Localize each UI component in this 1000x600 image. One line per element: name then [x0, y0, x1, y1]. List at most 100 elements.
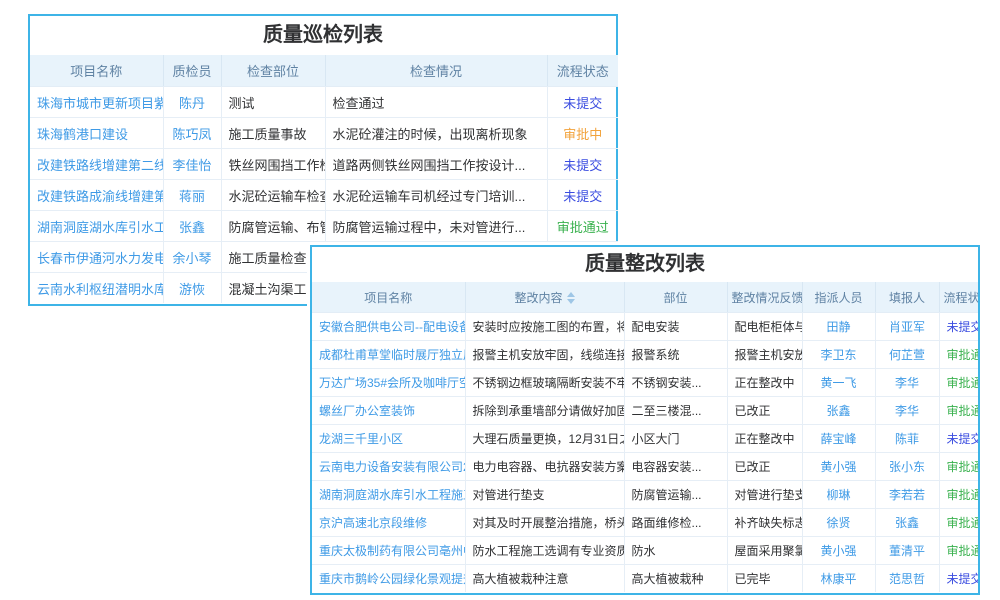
project-name-link[interactable]: 珠海鹤港口建设 — [30, 118, 163, 149]
status-badge: 未提交 — [939, 565, 978, 593]
assignee-link[interactable]: 林康平 — [802, 565, 875, 593]
status-badge: 审批通过 — [939, 453, 978, 481]
status-badge: 审批通过 — [547, 211, 618, 242]
column-header: 质检员 — [163, 55, 221, 87]
assignee-link[interactable]: 徐贤 — [802, 509, 875, 537]
column-header-label: 流程状态 — [557, 64, 609, 79]
part-cell: 防水 — [624, 537, 727, 565]
inspector-link[interactable]: 陈丹 — [163, 87, 221, 118]
status-badge: 未提交 — [547, 180, 618, 211]
column-header: 项目名称 — [312, 282, 465, 313]
sort-desc-caret[interactable] — [567, 299, 575, 304]
part-cell: 配电安装 — [624, 313, 727, 341]
assignee-link[interactable]: 黄一飞 — [802, 369, 875, 397]
project-name-link[interactable]: 湖南洞庭湖水库引水工... — [30, 211, 163, 242]
rectify-content-cell: 对管进行垫支 — [465, 481, 624, 509]
assignee-link[interactable]: 黄小强 — [802, 537, 875, 565]
column-header: 检查部位 — [221, 55, 325, 87]
feedback-cell: 报警主机安放... — [727, 341, 802, 369]
header-row: 项目名称 整改内容部位整改情况反馈指派人员 填报人流程状态 — [312, 282, 978, 313]
project-name-link[interactable]: 云南电力设备安装有限公司20... — [312, 453, 465, 481]
project-name-link[interactable]: 安徽合肥供电公司--配电设备... — [312, 313, 465, 341]
rectification-table-title: 质量整改列表 — [312, 247, 978, 282]
part-cell: 路面维修检... — [624, 509, 727, 537]
inspector-link[interactable]: 余小琴 — [163, 242, 221, 273]
inspector-link[interactable]: 蒋丽 — [163, 180, 221, 211]
column-header: 流程状态 — [939, 282, 978, 313]
reporter-link[interactable]: 李华 — [875, 397, 939, 425]
status-badge: 审批通过 — [939, 397, 978, 425]
project-name-link[interactable]: 重庆市鹅岭公园绿化景观提升... — [312, 565, 465, 593]
project-name-link[interactable]: 云南水利枢纽潜明水库... — [30, 273, 163, 304]
reporter-link[interactable]: 李华 — [875, 369, 939, 397]
project-name-link[interactable]: 京沪高速北京段维修 — [312, 509, 465, 537]
status-badge: 审批通过 — [939, 481, 978, 509]
project-name-link[interactable]: 螺丝厂办公室装饰 — [312, 397, 465, 425]
column-header[interactable]: 整改内容 — [465, 282, 624, 313]
status-badge: 未提交 — [547, 87, 618, 118]
column-header-label: 填报人 — [889, 291, 925, 305]
column-header-label: 指派人员 — [814, 291, 862, 305]
inspector-link[interactable]: 陈巧凤 — [163, 118, 221, 149]
assignee-link[interactable]: 柳琳 — [802, 481, 875, 509]
reporter-link[interactable]: 肖亚军 — [875, 313, 939, 341]
rectify-content-cell: 高大植被栽种注意 — [465, 565, 624, 593]
rectify-content-cell: 对其及时开展整治措施，桥头... — [465, 509, 624, 537]
assignee-link[interactable]: 黄小强 — [802, 453, 875, 481]
inspector-link[interactable]: 张鑫 — [163, 211, 221, 242]
feedback-cell: 配电柜柜体与... — [727, 313, 802, 341]
check-situation-cell: 检查通过 — [325, 87, 547, 118]
check-part-cell: 铁丝网围挡工作检查 — [221, 149, 325, 180]
rectify-content-cell: 安装时应按施工图的布置，将... — [465, 313, 624, 341]
project-name-link[interactable]: 长春市伊通河水力发电... — [30, 242, 163, 273]
table-row: 螺丝厂办公室装饰拆除到承重墙部分请做好加固...二至三楼混...已改正张鑫李华审… — [312, 397, 978, 425]
project-name-link[interactable]: 龙湖三千里小区 — [312, 425, 465, 453]
rectify-content-cell: 报警主机安放牢固，线缆连接... — [465, 341, 624, 369]
part-cell: 高大植被栽种 — [624, 565, 727, 593]
column-header: 部位 — [624, 282, 727, 313]
feedback-cell: 已完毕 — [727, 565, 802, 593]
part-cell: 报警系统 — [624, 341, 727, 369]
reporter-link[interactable]: 李若若 — [875, 481, 939, 509]
assignee-link[interactable]: 李卫东 — [802, 341, 875, 369]
column-header-label: 检查部位 — [247, 64, 299, 79]
table-row: 成都杜甫草堂临时展厅独立展...报警主机安放牢固，线缆连接...报警系统报警主机… — [312, 341, 978, 369]
column-header: 填报人 — [875, 282, 939, 313]
project-name-link[interactable]: 改建铁路线增建第二线... — [30, 149, 163, 180]
column-header-label: 检查情况 — [410, 64, 462, 79]
inspector-link[interactable]: 游恢 — [163, 273, 221, 304]
sort-asc-caret[interactable] — [567, 292, 575, 297]
project-name-link[interactable]: 湖南洞庭湖水库引水工程施工I标 — [312, 481, 465, 509]
reporter-link[interactable]: 陈菲 — [875, 425, 939, 453]
project-name-link[interactable]: 改建铁路成渝线增建第... — [30, 180, 163, 211]
table-row: 重庆太极制药有限公司亳州中...防水工程施工选调有专业资质...防水屋面采用聚氯… — [312, 537, 978, 565]
sort-icon[interactable] — [567, 292, 575, 304]
feedback-cell: 正在整改中 — [727, 369, 802, 397]
inspector-link[interactable]: 李佳怡 — [163, 149, 221, 180]
reporter-link[interactable]: 何芷萱 — [875, 341, 939, 369]
table-row: 万达广场35#会所及咖啡厅空...不锈钢边框玻璃隔断安装不牢...不锈钢安装..… — [312, 369, 978, 397]
column-header-label: 项目名称 — [364, 291, 412, 305]
project-name-link[interactable]: 珠海市城市更新项目紫... — [30, 87, 163, 118]
reporter-link[interactable]: 范思哲 — [875, 565, 939, 593]
status-badge: 审批通过 — [939, 369, 978, 397]
assignee-link[interactable]: 田静 — [802, 313, 875, 341]
project-name-link[interactable]: 万达广场35#会所及咖啡厅空... — [312, 369, 465, 397]
reporter-link[interactable]: 张鑫 — [875, 509, 939, 537]
project-name-link[interactable]: 重庆太极制药有限公司亳州中... — [312, 537, 465, 565]
project-name-link[interactable]: 成都杜甫草堂临时展厅独立展... — [312, 341, 465, 369]
table-row: 湖南洞庭湖水库引水工程施工I标对管进行垫支防腐管运输...对管进行垫支柳琳李若若… — [312, 481, 978, 509]
quality-rectification-panel: 质量整改列表 项目名称 整改内容部位整改情况反馈指派人员 填报人流程状态 安徽合肥供… — [310, 245, 980, 595]
column-header-label: 整改情况反馈 — [732, 291, 803, 305]
column-header-label: 质检员 — [172, 64, 211, 79]
check-situation-cell: 道路两侧铁丝网围挡工作按设计... — [325, 149, 547, 180]
feedback-cell: 屋面采用聚氯... — [727, 537, 802, 565]
column-header: 流程状态 — [547, 55, 618, 87]
header-row: 项目名称质检员检查部位检查情况流程状态 — [30, 55, 618, 87]
assignee-link[interactable]: 张鑫 — [802, 397, 875, 425]
reporter-link[interactable]: 张小东 — [875, 453, 939, 481]
column-header: 指派人员 — [802, 282, 875, 313]
reporter-link[interactable]: 董清平 — [875, 537, 939, 565]
assignee-link[interactable]: 薛宝峰 — [802, 425, 875, 453]
status-badge: 审批通过 — [939, 537, 978, 565]
